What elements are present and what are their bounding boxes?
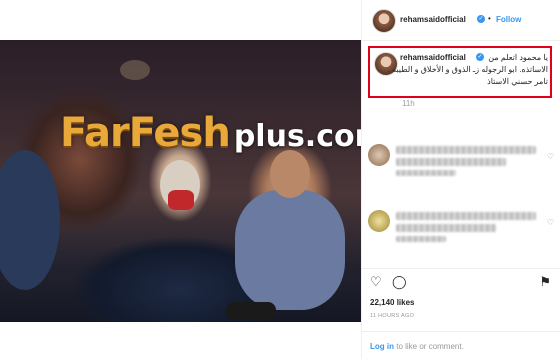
farfesh-watermark: FarFesh plus.com + bbox=[60, 110, 361, 160]
post-sidebar: rehamsaidofficial ✓ • Follow rehamsaidof… bbox=[361, 0, 560, 359]
comment-text-blurred bbox=[396, 170, 456, 176]
caption-line-3: تامر حسني الاستاذ bbox=[487, 77, 548, 86]
action-bar: ♡ ◯ ⚑ bbox=[362, 268, 560, 293]
comment-text-blurred bbox=[396, 146, 536, 154]
post-header: rehamsaidofficial ✓ • Follow bbox=[362, 0, 560, 41]
posted-time: 11 HOURS AGO bbox=[370, 313, 415, 319]
caption-username[interactable]: rehamsaidofficial bbox=[400, 53, 466, 62]
watermark-sub: plus.com bbox=[233, 119, 361, 154]
comment-row-2: ♡ bbox=[368, 206, 554, 246]
shoe bbox=[226, 302, 276, 320]
likes-count[interactable]: 22,140 likes bbox=[370, 298, 414, 307]
login-prompt: Log in to like or comment. bbox=[370, 342, 464, 351]
post-media: FarFesh plus.com + bbox=[0, 0, 361, 359]
watermark-main: FarFesh bbox=[60, 110, 231, 156]
crowd-person-left bbox=[0, 150, 60, 290]
header-username[interactable]: rehamsaidofficial bbox=[400, 15, 466, 24]
verified-badge-icon: ✓ bbox=[476, 53, 484, 61]
comment-avatar[interactable] bbox=[368, 144, 390, 166]
caption-highlight-box: rehamsaidofficial ✓ يا محمود اتعلم من ال… bbox=[368, 46, 552, 98]
heart-icon[interactable]: ♡ bbox=[547, 218, 554, 227]
comment-bubble-icon[interactable]: ◯ bbox=[392, 274, 407, 290]
comment-text-blurred bbox=[396, 212, 536, 220]
post-photo[interactable]: FarFesh plus.com + bbox=[0, 40, 361, 322]
comment-text-blurred bbox=[396, 158, 506, 166]
separator-dot: • bbox=[488, 14, 491, 23]
instagram-post: FarFesh plus.com + rehamsaidofficial ✓ •… bbox=[0, 0, 560, 359]
caption-line-2: الاساتذه. ابو الرجوله زـ الذوق و الأخلاق… bbox=[387, 65, 548, 74]
singer-body bbox=[235, 190, 345, 310]
comment-text-blurred bbox=[396, 224, 496, 232]
comment-text-blurred bbox=[396, 236, 446, 242]
verified-badge-icon: ✓ bbox=[477, 15, 485, 23]
stage-light bbox=[120, 60, 150, 80]
avatar[interactable] bbox=[372, 9, 396, 33]
comment-avatar[interactable] bbox=[368, 210, 390, 232]
caption-time: 11h bbox=[402, 99, 415, 108]
comment-row-1: ♡ bbox=[368, 140, 554, 180]
crowd-person-scarf bbox=[168, 190, 194, 210]
caption-line-1: يا محمود اتعلم من bbox=[488, 53, 548, 62]
like-heart-icon[interactable]: ♡ bbox=[370, 274, 382, 290]
login-rest-text: to like or comment. bbox=[396, 342, 464, 351]
login-footer: Log in to like or comment. bbox=[362, 331, 560, 360]
login-link[interactable]: Log in bbox=[370, 342, 394, 351]
bookmark-icon[interactable]: ⚑ bbox=[539, 274, 551, 290]
follow-button[interactable]: Follow bbox=[496, 15, 521, 24]
heart-icon[interactable]: ♡ bbox=[547, 152, 554, 161]
